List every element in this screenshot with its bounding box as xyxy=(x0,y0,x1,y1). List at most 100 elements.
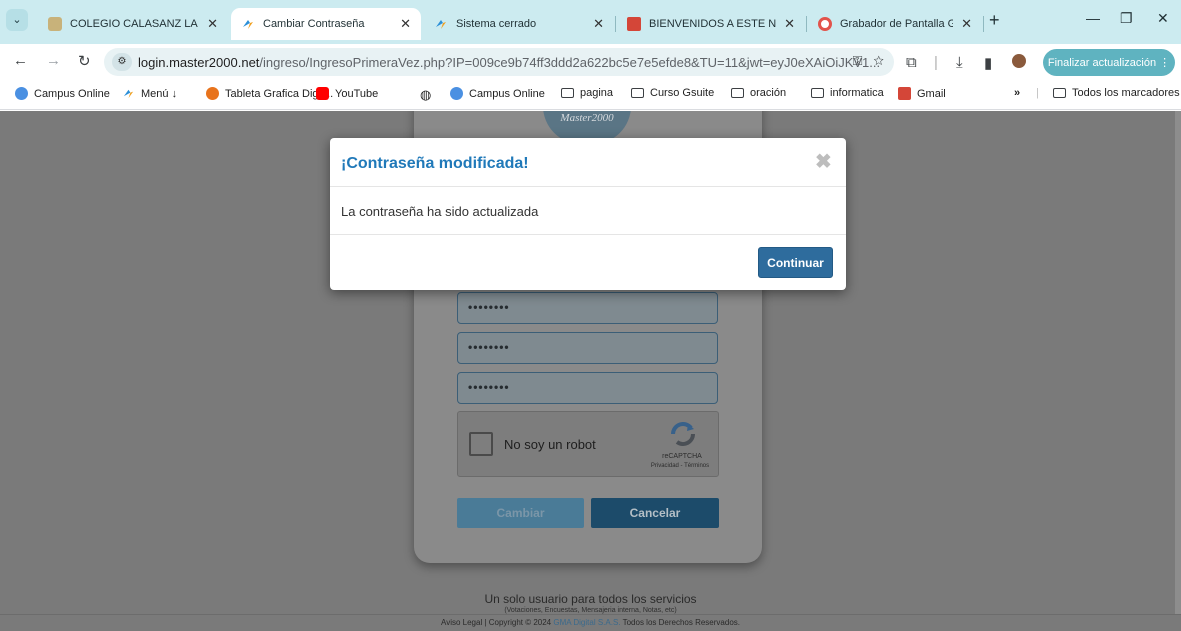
url-path: /ingreso/IngresoPrimeraVez.php?IP=009ce9… xyxy=(259,54,881,70)
campus-favicon-icon xyxy=(450,87,463,100)
close-window-icon[interactable]: ✕ xyxy=(1157,10,1169,27)
dialog-header: ¡Contraseña modificada! ✖ xyxy=(330,138,846,187)
bookmark-campus-online-2[interactable]: Campus Online xyxy=(450,87,545,100)
tab-label: Cambiar Contraseña xyxy=(263,18,365,30)
bookmark-campus-online[interactable]: Campus Online xyxy=(15,87,110,100)
footer-company-link[interactable]: GMA Digital S.A.S. xyxy=(553,618,620,627)
bookmark-folder-informatica[interactable]: informatica xyxy=(811,87,884,99)
update-chrome-button[interactable]: Finalizar actualización ⋮ xyxy=(1043,49,1175,76)
bookmark-label: Gmail xyxy=(917,87,946,100)
tab-separator xyxy=(615,16,616,32)
reload-icon[interactable]: ↻ xyxy=(78,52,91,70)
bookmark-label: Menú ↓ xyxy=(141,87,178,100)
folder-icon xyxy=(811,88,824,98)
bookmark-tableta[interactable]: Tableta Grafica Digit... xyxy=(206,87,333,100)
master2000-favicon-icon xyxy=(123,89,134,99)
bookmark-folder-curso-gsuite[interactable]: Curso Gsuite xyxy=(631,87,714,99)
close-tab-icon[interactable]: ✕ xyxy=(207,16,218,32)
close-tab-icon[interactable]: ✕ xyxy=(961,16,972,32)
tab-separator xyxy=(806,16,807,32)
bookmark-menu[interactable]: Menú ↓ xyxy=(122,87,177,100)
minimize-icon[interactable]: — xyxy=(1086,10,1100,26)
extensions-puzzle-icon[interactable]: ⧉ xyxy=(906,54,917,71)
bookmark-gmail[interactable]: Gmail xyxy=(898,87,946,100)
tab-separator xyxy=(983,16,984,32)
downloads-icon[interactable]: ⤓ xyxy=(956,54,963,71)
restore-icon[interactable]: ❐ xyxy=(1120,10,1133,27)
tab-bienvenidos[interactable]: BIENVENIDOS A ESTE NUEV ✕ xyxy=(617,8,805,40)
tab-search-chevron-icon[interactable]: ⌄ xyxy=(6,9,28,31)
footer-services: (Votaciones, Encuestas, Mensajeria inter… xyxy=(504,607,677,614)
tab-label: Sistema cerrado xyxy=(456,18,537,30)
bookmark-label: oración xyxy=(750,87,787,99)
bookmark-youtube[interactable]: YouTube xyxy=(316,87,378,100)
toolbar-divider: | xyxy=(934,54,938,71)
back-arrow-icon[interactable]: ← xyxy=(13,52,28,69)
bookmark-label: pagina xyxy=(580,87,614,99)
page-scrollbar[interactable] xyxy=(1175,111,1181,631)
bookmark-star-icon[interactable]: ☆ xyxy=(873,53,884,68)
bookmark-folder-todos[interactable]: Todos los marcadores xyxy=(1053,87,1180,99)
bookmark-label: Campus Online xyxy=(469,87,545,100)
tab-colegio-calasanz[interactable]: COLEGIO CALASANZ LA ESM ✕ xyxy=(38,8,228,40)
tableta-favicon-icon xyxy=(206,87,219,100)
change-password-button[interactable]: Cambiar xyxy=(457,498,584,528)
dialog-message: La contraseña ha sido actualizada xyxy=(341,204,539,219)
recaptcha-logo-icon xyxy=(671,422,695,446)
password-changed-dialog: ¡Contraseña modificada! ✖ La contraseña … xyxy=(330,138,846,290)
side-panel-icon[interactable]: ▮ xyxy=(984,54,992,72)
password-key-icon[interactable]: ⚿ xyxy=(853,53,863,68)
bookmark-globe[interactable]: ◍ xyxy=(420,87,431,103)
recaptcha-privacy-terms-link[interactable]: Privacidad - Términos xyxy=(640,463,720,469)
gmail-favicon-icon xyxy=(627,17,641,31)
bookmarks-divider: | xyxy=(1036,87,1039,99)
school-favicon-icon xyxy=(48,17,62,31)
tab-label: BIENVENIDOS A ESTE NUEV xyxy=(649,18,777,30)
forward-arrow-icon[interactable]: → xyxy=(46,52,61,69)
cancel-button[interactable]: Cancelar xyxy=(591,498,719,528)
new-tab-icon[interactable]: + xyxy=(989,10,1000,31)
close-icon[interactable]: ✖ xyxy=(815,149,832,174)
tab-sistema-cerrado[interactable]: Sistema cerrado ✕ xyxy=(424,8,614,40)
bookmark-label: Campus Online xyxy=(34,87,110,100)
confirm-password-input[interactable]: •••••••• xyxy=(457,372,718,404)
current-password-input[interactable]: •••••••• xyxy=(457,292,718,324)
browser-tab-bar: ⌄ COLEGIO CALASANZ LA ESM ✕ Cambiar Cont… xyxy=(0,0,1181,44)
new-password-input[interactable]: •••••••• xyxy=(457,332,718,364)
tab-cambiar-contrasena[interactable]: Cambiar Contraseña ✕ xyxy=(231,8,421,40)
bookmark-label: Todos los marcadores xyxy=(1072,87,1180,99)
campus-favicon-icon xyxy=(15,87,28,100)
more-vertical-icon[interactable]: ⋮ xyxy=(1159,56,1170,69)
recaptcha-brand: reCAPTCHA xyxy=(662,453,702,460)
recaptcha-checkbox[interactable] xyxy=(469,432,493,456)
more-bookmarks-chevron-icon[interactable]: » xyxy=(1014,87,1020,99)
address-bar[interactable]: ⚙ login.master2000.net/ingreso/IngresoPr… xyxy=(104,48,894,76)
gmail-favicon-icon xyxy=(898,87,911,100)
folder-icon xyxy=(731,88,744,98)
bookmark-label: Curso Gsuite xyxy=(650,87,715,99)
site-settings-icon[interactable]: ⚙ xyxy=(112,53,132,71)
footer-legal-suffix: Todos los Derechos Reservados. xyxy=(622,618,740,627)
footer-legal-prefix: Aviso Legal | Copyright © 2024 xyxy=(441,618,552,627)
close-tab-icon[interactable]: ✕ xyxy=(593,16,604,32)
continue-button[interactable]: Continuar xyxy=(758,247,833,278)
omnibox-actions: ⚿ ☆ xyxy=(853,53,884,69)
record-favicon-icon xyxy=(818,17,832,31)
tab-grabador-pantalla[interactable]: Grabador de Pantalla Gratis ✕ xyxy=(808,8,982,40)
bookmark-label: YouTube xyxy=(335,87,379,100)
profile-avatar[interactable] xyxy=(1012,54,1026,72)
bookmark-folder-pagina[interactable]: pagina xyxy=(561,87,613,99)
close-tab-icon[interactable]: ✕ xyxy=(784,16,795,32)
recaptcha-widget: No soy un robot reCAPTCHA Privacidad - T… xyxy=(457,411,719,477)
tab-label: COLEGIO CALASANZ LA ESM xyxy=(70,18,199,30)
bookmark-folder-oracion[interactable]: oración xyxy=(731,87,786,99)
update-button-label: Finalizar actualización xyxy=(1047,56,1157,69)
logo-text: Master2000 xyxy=(560,112,614,124)
globe-icon: ◍ xyxy=(420,87,432,102)
bookmark-label: informatica xyxy=(830,87,884,99)
master2000-favicon-icon xyxy=(436,20,446,29)
bookmarks-bar: Campus Online Menú ↓ Tableta Grafica Dig… xyxy=(0,80,1181,110)
folder-icon xyxy=(631,88,644,98)
recaptcha-label: No soy un robot xyxy=(504,437,596,452)
close-tab-icon[interactable]: ✕ xyxy=(400,16,411,32)
